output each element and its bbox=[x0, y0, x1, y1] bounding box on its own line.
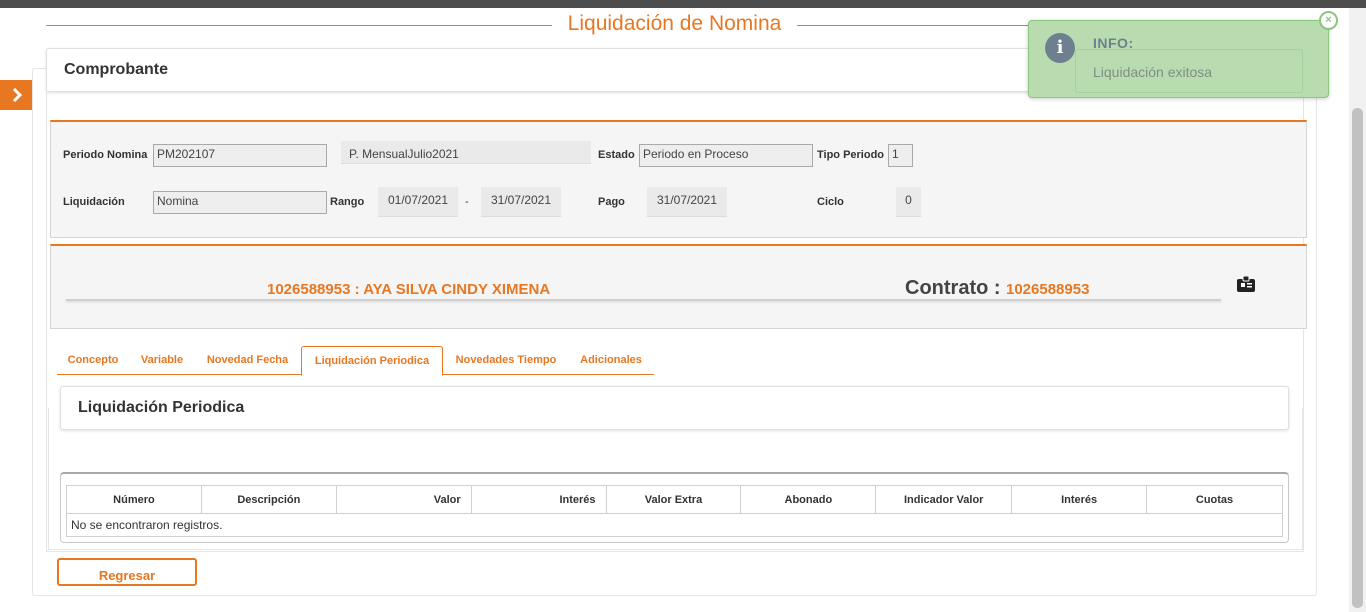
empty-message: No se encontraron registros. bbox=[66, 513, 1283, 537]
tab-liquidacion-periodica[interactable]: Liquidación Periodica bbox=[301, 346, 443, 376]
liquidacion-field[interactable]: Nomina bbox=[153, 191, 327, 214]
col-abonado[interactable]: Abonado bbox=[740, 485, 877, 514]
liquidacion-periodica-header: Liquidación Periodica bbox=[60, 386, 1289, 430]
ciclo-label: Ciclo bbox=[817, 196, 844, 208]
tab-variable[interactable]: Variable bbox=[129, 346, 195, 375]
employee-panel bbox=[50, 244, 1307, 329]
col-cuotas[interactable]: Cuotas bbox=[1146, 485, 1283, 514]
section-title: Liquidación Periodica bbox=[78, 399, 245, 416]
tipo-periodo-label: Tipo Periodo bbox=[817, 149, 885, 161]
tab-bar: Concepto Variable Novedad Fecha Liquidac… bbox=[57, 346, 654, 376]
comprobante-title: Comprobante bbox=[64, 61, 168, 78]
periodo-nomina-field[interactable]: PM202107 bbox=[153, 144, 327, 167]
contrato-value: 1026588953 bbox=[1006, 281, 1090, 298]
pago-label: Pago bbox=[598, 196, 625, 208]
col-indicador-valor[interactable]: Indicador Valor bbox=[875, 485, 1013, 514]
table-header-row: Número Descripción Valor Interés Valor E… bbox=[66, 485, 1283, 514]
back-button[interactable]: Regresar bbox=[57, 558, 197, 586]
employee-name: 1026588953 : AYA SILVA CINDY XIMENA bbox=[267, 281, 551, 298]
page-title: Liquidación de Nomina bbox=[567, 12, 782, 35]
liquidacion-table: Número Descripción Valor Interés Valor E… bbox=[66, 485, 1283, 537]
table-row: No se encontraron registros. bbox=[66, 513, 1283, 537]
col-valor-extra[interactable]: Valor Extra bbox=[605, 485, 742, 514]
employee-divider bbox=[66, 299, 1221, 301]
col-numero[interactable]: Número bbox=[66, 485, 202, 514]
tab-concepto[interactable]: Concepto bbox=[57, 346, 129, 375]
toast-message: Liquidación exitosa bbox=[1093, 64, 1213, 80]
periodo-nomina-label: Periodo Nomina bbox=[63, 149, 148, 161]
close-icon[interactable]: × bbox=[1319, 11, 1338, 30]
ciclo-field: 0 bbox=[896, 187, 921, 217]
col-interes[interactable]: Interés bbox=[470, 485, 607, 514]
tab-novedades-tiempo[interactable]: Novedades Tiempo bbox=[444, 346, 568, 375]
top-bar bbox=[0, 0, 1366, 8]
rango-separator: - bbox=[465, 196, 469, 208]
vertical-scrollbar[interactable] bbox=[1349, 8, 1366, 612]
tab-novedad-fecha[interactable]: Novedad Fecha bbox=[195, 346, 300, 375]
periodo-description-field: P. MensualJulio2021 bbox=[341, 141, 591, 164]
scrollbar-thumb[interactable] bbox=[1352, 108, 1363, 608]
estado-label: Estado bbox=[598, 149, 635, 161]
col-descripcion[interactable]: Descripción bbox=[200, 485, 337, 514]
liquidacion-label: Liquidación bbox=[63, 196, 125, 208]
rango-label: Rango bbox=[330, 196, 365, 208]
rango-desde-field: 01/07/2021 bbox=[378, 187, 458, 217]
col-interes-2[interactable]: Interés bbox=[1011, 485, 1148, 514]
rango-hasta-field: 31/07/2021 bbox=[481, 187, 561, 217]
period-form bbox=[50, 120, 1307, 238]
col-valor[interactable]: Valor bbox=[335, 485, 472, 514]
toast-title: INFO: bbox=[1093, 35, 1134, 51]
chevron-right-icon bbox=[12, 88, 22, 102]
info-icon: i bbox=[1045, 33, 1075, 63]
sidebar-toggle-button[interactable] bbox=[0, 80, 33, 110]
contrato-label: Contrato : bbox=[905, 277, 1001, 299]
pago-field: 31/07/2021 bbox=[647, 187, 727, 217]
title-divider-left bbox=[46, 25, 552, 26]
estado-field[interactable]: Periodo en Proceso bbox=[639, 144, 813, 167]
info-toast: i INFO: Liquidación exitosa bbox=[1028, 20, 1329, 98]
id-card-icon[interactable] bbox=[1237, 276, 1255, 292]
tipo-periodo-field[interactable]: 1 bbox=[888, 144, 913, 167]
tab-adicionales[interactable]: Adicionales bbox=[568, 346, 654, 375]
